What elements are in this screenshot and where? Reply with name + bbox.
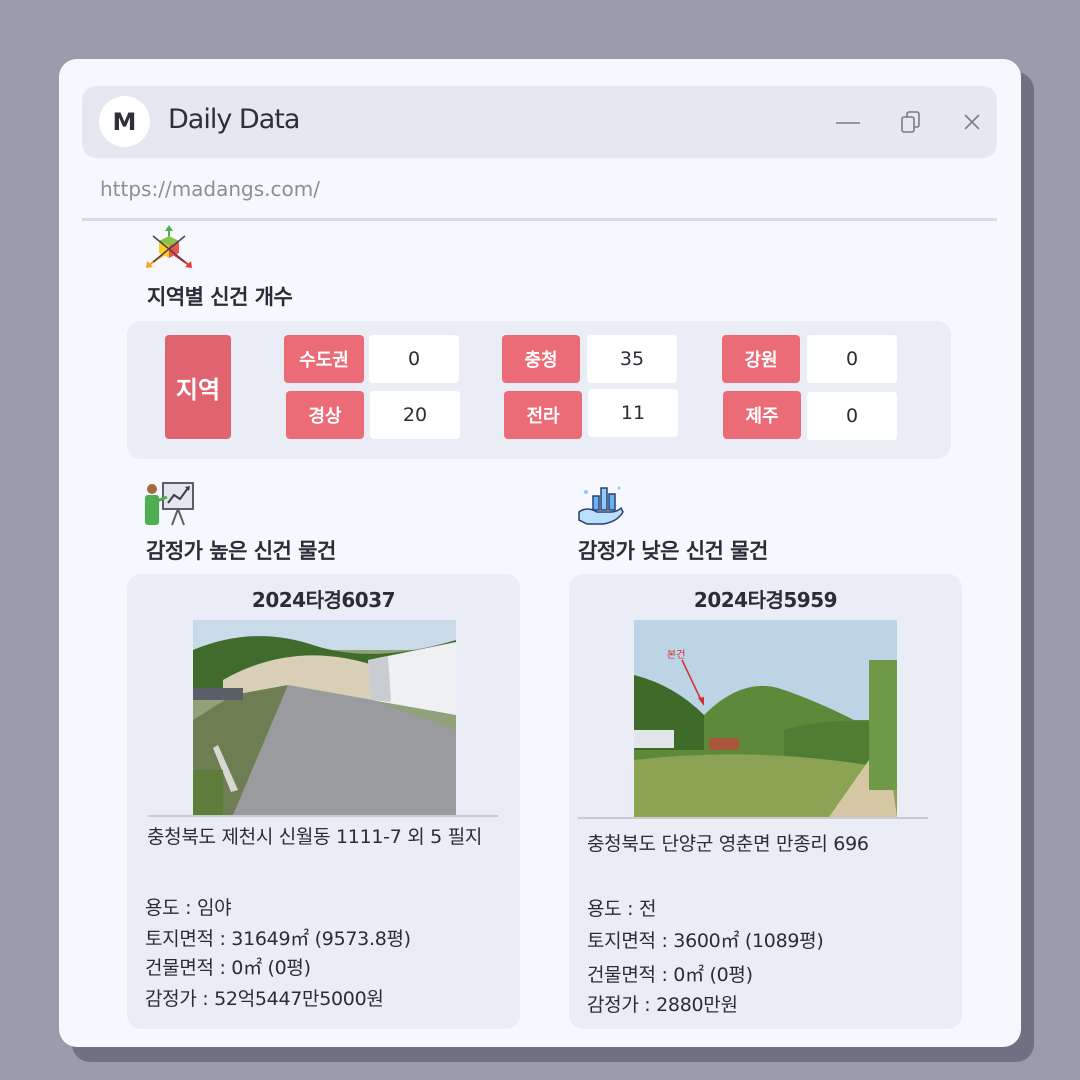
property-address: 충청북도 단양군 영춘면 만종리 696 bbox=[587, 833, 869, 855]
title-bar: M Daily Data bbox=[82, 86, 997, 158]
url-bar[interactable]: https://madangs.com/ bbox=[100, 177, 320, 201]
region-label-jeolla: 전라 bbox=[504, 391, 582, 439]
property-photo[interactable] bbox=[193, 620, 456, 815]
low-appraisal-card[interactable]: 2024타경5959 본건 충청북도 단양군 영춘면 만종리 696 용도 : … bbox=[569, 574, 962, 1029]
region-label-chungcheong: 충청 bbox=[502, 335, 580, 383]
region-value-gangwon: 0 bbox=[807, 335, 897, 383]
property-land-area: 토지면적 : 3600㎡ (1089평) bbox=[587, 930, 824, 952]
presentation-chart-icon bbox=[145, 482, 194, 526]
region-value-gyeongsang: 20 bbox=[370, 391, 460, 439]
property-land-area: 토지면적 : 31649㎡ (9573.8평) bbox=[145, 928, 411, 950]
region-label-gyeongsang: 경상 bbox=[286, 391, 364, 439]
region-header-label: 지역 bbox=[165, 335, 231, 439]
property-appraisal-price: 감정가 : 52억5447만5000원 bbox=[145, 988, 384, 1010]
region-label-jeju: 제주 bbox=[723, 391, 801, 439]
case-number[interactable]: 2024타경5959 bbox=[569, 584, 962, 613]
restore-icon bbox=[901, 111, 920, 133]
region-label-gangwon: 강원 bbox=[722, 335, 800, 383]
property-appraisal-price: 감정가 : 2880만원 bbox=[587, 994, 738, 1016]
property-usage: 용도 : 전 bbox=[587, 898, 657, 920]
property-building-area: 건물면적 : 0㎡ (0평) bbox=[145, 957, 311, 979]
url-divider bbox=[82, 218, 997, 221]
photo-divider bbox=[578, 817, 928, 819]
minimize-icon bbox=[836, 122, 860, 124]
minimize-button[interactable] bbox=[832, 106, 864, 138]
gravel-lot-image bbox=[193, 620, 456, 815]
region-section-title: 지역별 신건 개수 bbox=[147, 285, 293, 309]
high-appraisal-section-title: 감정가 높은 신건 물건 bbox=[146, 539, 336, 563]
property-usage: 용도 : 임야 bbox=[145, 897, 232, 919]
close-icon bbox=[964, 114, 980, 130]
app-logo: M bbox=[99, 96, 150, 147]
app-title: Daily Data bbox=[168, 104, 300, 135]
region-label-capital: 수도권 bbox=[284, 335, 364, 383]
region-value-capital: 0 bbox=[369, 335, 459, 383]
high-appraisal-card[interactable]: 2024타경6037 충청북도 제천시 신월동 1111-7 외 5 필지 용도… bbox=[127, 574, 520, 1029]
property-building-area: 건물면적 : 0㎡ (0평) bbox=[587, 964, 753, 986]
hand-chart-icon bbox=[578, 486, 624, 525]
property-address: 충청북도 제천시 신월동 1111-7 외 5 필지 bbox=[147, 826, 483, 848]
app-window: M Daily Data https://madangs.com/ 지역별 신건… bbox=[59, 59, 1021, 1047]
case-number[interactable]: 2024타경6037 bbox=[127, 584, 520, 613]
region-value-chungcheong: 35 bbox=[587, 335, 677, 383]
low-appraisal-section-title: 감정가 낮은 신건 물건 bbox=[578, 539, 768, 563]
photo-divider bbox=[148, 815, 498, 817]
photo-annotation: 본건 bbox=[667, 650, 686, 661]
region-value-jeju: 0 bbox=[807, 392, 897, 440]
close-button[interactable] bbox=[956, 106, 988, 138]
property-photo[interactable]: 본건 bbox=[634, 620, 897, 817]
restore-button[interactable] bbox=[895, 106, 927, 138]
region-count-panel: 지역 수도권 0 충청 35 강원 0 경상 20 전라 11 제주 0 bbox=[127, 321, 951, 459]
region-value-jeolla: 11 bbox=[588, 389, 678, 437]
axis-cube-icon bbox=[146, 225, 192, 268]
